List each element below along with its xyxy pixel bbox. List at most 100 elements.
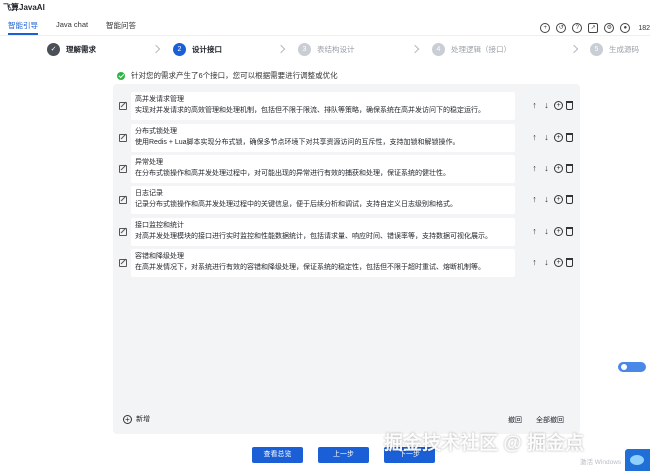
list-item: 分布式锁处理 使用Redis + Lua脚本实现分布式锁，确保多节点环境下对共享… [116,124,580,152]
move-up-icon[interactable]: ↑ [530,133,539,142]
settings-icon[interactable]: ⚙ [604,23,615,33]
interface-card[interactable]: 日志记录 记录分布式锁操作和高并发处理过程中的关键信息，便于后续分析和调试，支持… [131,186,515,214]
add-circle-icon[interactable]: + [554,258,563,267]
trash-icon[interactable] [566,133,573,142]
interface-card[interactable]: 接口监控和统计 对高并发处理模块的接口进行实时监控和性能数据统计，包括请求量、响… [131,218,515,246]
step-2[interactable]: 2 设计接口 [173,42,222,57]
interface-card[interactable]: 异常处理 在分布式锁操作和高并发处理过程中，对可能出现的异常进行有效的捕获和处理… [131,155,515,183]
progress-steps: ✓ 理解需求 2 设计接口 3 表结构设计 4 处理逻辑（接口） 5 生成源码 [0,37,650,61]
result-notice: 针对您的需求产生了6个接口，您可以根据需要进行调整或优化 [117,70,338,81]
toolbar-icons: + ↺ ? ↗ ⚙ ● 182 [540,23,650,33]
success-check-icon [117,71,125,80]
trash-icon[interactable] [566,101,573,110]
item-actions: ↑ ↓ + [530,101,576,110]
move-up-icon[interactable]: ↑ [530,195,539,204]
edit-icon[interactable] [119,259,127,267]
edit-icon[interactable] [119,228,127,236]
tab-java-chat[interactable]: Java chat [56,20,88,35]
add-circle-icon[interactable]: + [554,195,563,204]
item-actions: ↑ ↓ + [530,164,576,173]
add-circle-icon[interactable]: + [554,227,563,236]
notice-text: 针对您的需求产生了6个接口，您可以根据需要进行调整或优化 [131,71,338,80]
list-item: 高并发请求管理 实现对并发请求的高效管理和处理机制，包括但不限于限流、排队等策略… [116,92,580,120]
step-number: 3 [298,43,311,56]
plus-circle-icon: + [123,414,132,424]
interface-desc: 记录分布式锁操作和高并发处理过程中的关键信息，便于后续分析和调试，支持自定义日志… [135,201,457,208]
user-icon[interactable]: ● [620,23,631,33]
chevron-right-icon [410,44,420,54]
view-overview-button[interactable]: 查看总览 [252,447,303,463]
move-up-icon[interactable]: ↑ [530,164,539,173]
move-up-icon[interactable]: ↑ [530,258,539,267]
undo-button[interactable]: 撤回 [508,415,522,425]
list-item: 接口监控和统计 对高并发处理模块的接口进行实时监控和性能数据统计，包括请求量、响… [116,218,580,246]
move-down-icon[interactable]: ↓ [542,101,551,110]
step-label: 生成源码 [609,45,639,54]
interface-title: 接口监控和统计 [135,222,184,229]
watermark: 掘金技术社区 @ 掘金点 [384,433,585,454]
list-item: 异常处理 在分布式锁操作和高并发处理过程中，对可能出现的异常进行有效的捕获和处理… [116,155,580,183]
step-done-check-icon: ✓ [47,43,60,56]
add-interface-button[interactable]: + 新增 [123,414,150,424]
step-5[interactable]: 5 生成源码 [590,42,639,57]
interface-card[interactable]: 容错和降级处理 在高并发情况下，对系统进行有效的容错和降级处理，保证系统的稳定性… [131,249,515,277]
list-item: 日志记录 记录分布式锁操作和高并发处理过程中的关键信息，便于后续分析和调试，支持… [116,186,580,214]
prev-step-button[interactable]: 上一步 [318,447,369,463]
chevron-right-icon [151,44,161,54]
move-down-icon[interactable]: ↓ [542,227,551,236]
item-actions: ↑ ↓ + [530,227,576,236]
interface-title: 异常处理 [135,159,163,166]
step-label: 表结构设计 [317,45,355,54]
trash-icon[interactable] [566,227,573,236]
move-down-icon[interactable]: ↓ [542,195,551,204]
move-up-icon[interactable]: ↑ [530,227,539,236]
app-title: 飞算JavaAI [3,3,45,12]
move-up-icon[interactable]: ↑ [530,101,539,110]
step-4[interactable]: 4 处理逻辑（接口） [432,42,511,57]
edit-icon[interactable] [119,196,127,204]
interface-card[interactable]: 高并发请求管理 实现对并发请求的高效管理和处理机制，包括但不限于限流、排队等策略… [131,92,515,120]
chevron-right-icon [276,44,286,54]
step-1[interactable]: ✓ 理解需求 [47,42,96,57]
trash-icon[interactable] [566,258,573,267]
undo-all-button[interactable]: 全部撤回 [536,415,564,425]
tab-smart-qa[interactable]: 智能问答 [106,20,136,35]
interface-desc: 在分布式锁操作和高并发处理过程中，对可能出现的异常进行有效的捕获和处理，保证系统… [135,170,450,177]
edit-icon[interactable] [119,102,127,110]
title-bar: 飞算JavaAI [0,0,650,14]
interface-card[interactable]: 分布式锁处理 使用Redis + Lua脚本实现分布式锁，确保多节点环境下对共享… [131,124,515,152]
step-number: 4 [432,43,445,56]
help-icon[interactable]: ? [572,23,583,33]
history-icon[interactable]: ↺ [556,23,567,33]
trash-icon[interactable] [566,164,573,173]
list-item: 容错和降级处理 在高并发情况下，对系统进行有效的容错和降级处理，保证系统的稳定性… [116,249,580,277]
add-icon[interactable]: + [540,23,551,33]
add-circle-icon[interactable]: + [554,164,563,173]
toggle-knob-icon [621,364,627,370]
add-circle-icon[interactable]: + [554,101,563,110]
interface-title: 日志记录 [135,190,163,197]
item-actions: ↑ ↓ + [530,258,576,267]
interface-desc: 在高并发情况下，对系统进行有效的容错和降级处理，保证系统的稳定性，包括但不限于超… [135,264,485,271]
step-3[interactable]: 3 表结构设计 [298,42,355,57]
move-down-icon[interactable]: ↓ [542,133,551,142]
edit-icon[interactable] [119,134,127,142]
trash-icon[interactable] [566,195,573,204]
step-label: 理解需求 [66,45,96,54]
interface-title: 分布式锁处理 [135,128,177,135]
step-number: 5 [590,43,603,56]
add-label: 新增 [136,416,150,423]
edit-icon[interactable] [119,165,127,173]
floating-toggle[interactable] [618,362,646,372]
add-circle-icon[interactable]: + [554,133,563,142]
move-down-icon[interactable]: ↓ [542,164,551,173]
interface-desc: 实现对并发请求的高效管理和处理机制，包括但不限于限流、排队等策略，确保系统在高并… [135,107,485,114]
item-actions: ↑ ↓ + [530,195,576,204]
interface-title: 容错和降级处理 [135,253,184,260]
export-icon[interactable]: ↗ [588,23,599,33]
tab-smart-guide[interactable]: 智能引导 [8,20,38,35]
step-label: 设计接口 [192,45,222,54]
move-down-icon[interactable]: ↓ [542,258,551,267]
item-actions: ↑ ↓ + [530,133,576,142]
assistant-avatar-icon[interactable] [625,449,650,471]
